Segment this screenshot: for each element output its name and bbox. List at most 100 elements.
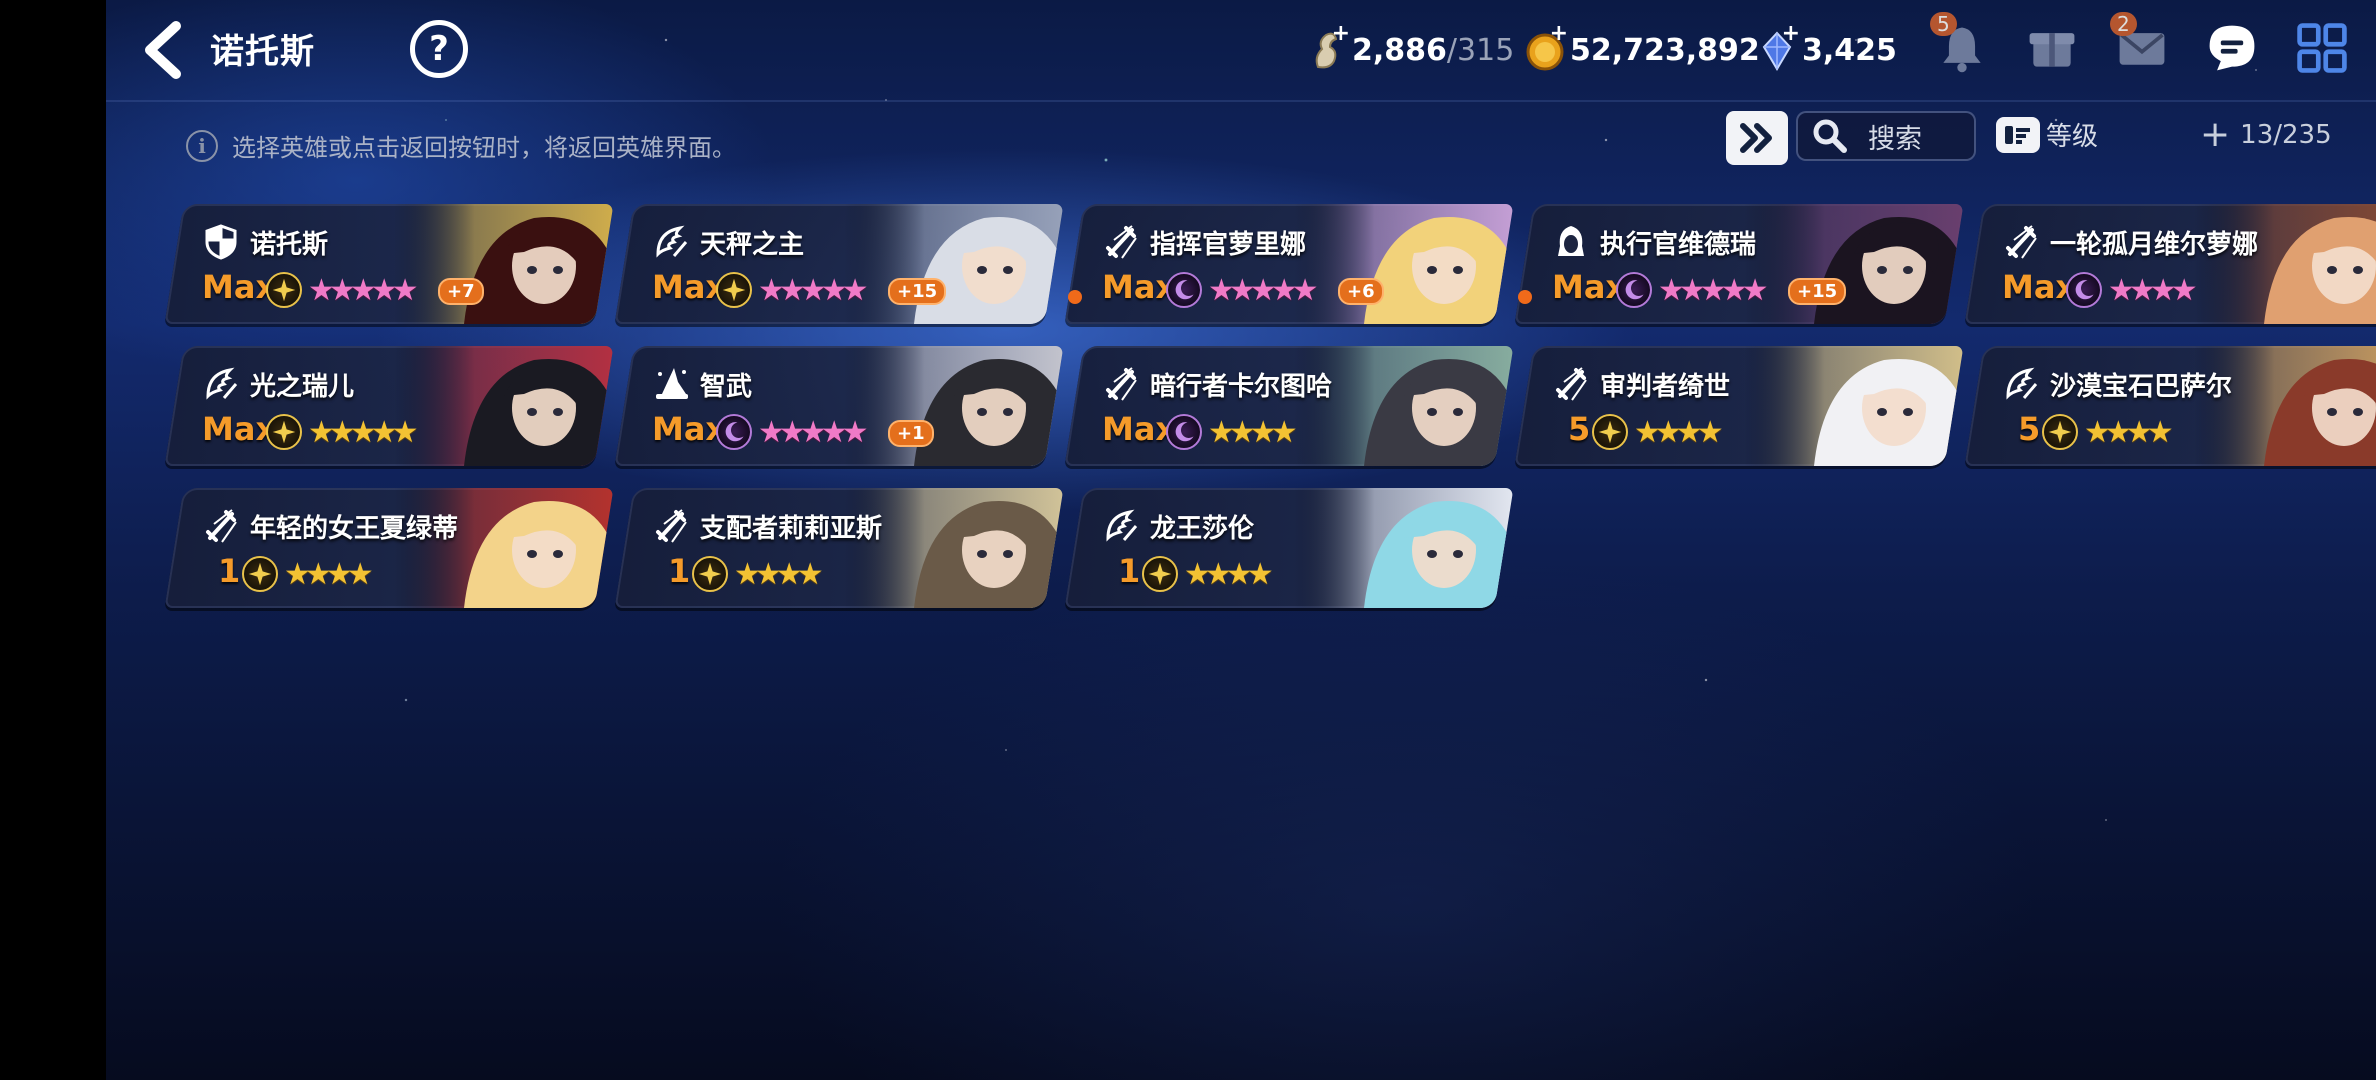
- hero-card-content: 执行官维德瑞 Max ★ ★ ★ ★ ★ +15: [1524, 204, 1964, 324]
- star-icon: ★: [2125, 414, 2147, 450]
- hero-card[interactable]: 诺托斯 Max ★ ★ ★ ★ ★ +7: [164, 204, 614, 324]
- star-icon: ★: [758, 272, 779, 308]
- star-icon: ★: [284, 556, 305, 592]
- hero-level: Max: [202, 268, 277, 306]
- hero-card[interactable]: 指挥官萝里娜 Max ★ ★ ★ ★ ★ +6: [1064, 204, 1514, 324]
- hero-level: Max: [1102, 410, 1177, 448]
- star-icon: ★: [775, 556, 797, 592]
- awaken-plus-badge: +1: [888, 420, 934, 447]
- crystal-gem-icon: +: [1758, 21, 1800, 73]
- mail-badge: 2: [2110, 12, 2137, 36]
- hood-icon: [1552, 222, 1590, 260]
- info-icon: i: [186, 129, 218, 162]
- hero-card-content: 指挥官萝里娜 Max ★ ★ ★ ★ ★ +6: [1074, 204, 1514, 324]
- hero-star-rating: ★ ★ ★ ★: [734, 556, 1054, 592]
- hero-card[interactable]: 光之瑞儿 Max ★ ★ ★ ★ ★: [164, 346, 614, 466]
- search-label: 搜索: [1868, 123, 1922, 155]
- star-icon: ★: [1720, 272, 1742, 308]
- hero-name: 暗行者卡尔图哈: [1150, 372, 1333, 402]
- sword-icon: [1102, 364, 1140, 402]
- chat-bubble-icon: [2209, 25, 2255, 71]
- wing-icon: [1102, 506, 1140, 544]
- sort-icon: [1996, 116, 2040, 153]
- star-icon: ★: [308, 414, 329, 450]
- star-icon: ★: [820, 272, 842, 308]
- star-icon: ★: [349, 414, 371, 450]
- light-element-icon: [2042, 414, 2078, 450]
- hero-card[interactable]: 暗行者卡尔图哈 Max ★ ★ ★ ★: [1064, 346, 1514, 466]
- plus-icon: +: [2200, 114, 2231, 155]
- search-button[interactable]: 搜索: [1796, 111, 1976, 161]
- hero-count[interactable]: + 13/235: [2200, 114, 2332, 155]
- hero-level: Max: [652, 268, 727, 306]
- star-icon: ★: [1246, 556, 1268, 592]
- star-icon: ★: [799, 272, 821, 308]
- star-icon: ★: [328, 414, 350, 450]
- notice-text: 选择英雄或点击返回按钮时，将返回英雄界面。: [232, 134, 736, 162]
- star-icon: ★: [796, 556, 818, 592]
- gem-resource[interactable]: + 3,425: [1758, 21, 1897, 76]
- hero-count-value: 13/235: [2240, 120, 2332, 150]
- dark-element-icon: [1166, 414, 1202, 450]
- left-black-margin: [0, 0, 106, 1080]
- stamina-value: 2,886: [1352, 32, 1447, 68]
- awaken-plus-badge: +7: [438, 278, 484, 305]
- star-icon: ★: [1270, 272, 1292, 308]
- hero-name: 智武: [700, 372, 753, 402]
- top-bar: 诺托斯 ? + 2,886 /315 + 52,723,892 + 3,425 …: [106, 0, 2376, 102]
- hero-card[interactable]: 审判者绮世 5 ★ ★ ★ ★: [1514, 346, 1964, 466]
- help-button[interactable]: ?: [410, 20, 468, 78]
- star-icon: ★: [2146, 414, 2168, 450]
- wing-icon: [652, 222, 690, 260]
- hero-level: Max: [1552, 268, 1627, 306]
- star-icon: ★: [1228, 414, 1250, 450]
- sort-by-level-button[interactable]: 等级: [1996, 116, 2098, 153]
- hero-card-content: 龙王莎伦 1 ★ ★ ★ ★: [1074, 488, 1514, 608]
- hero-name: 光之瑞儿: [250, 372, 355, 402]
- sword-icon: [202, 506, 240, 544]
- hero-card[interactable]: 沙漠宝石巴萨尔 5 ★ ★ ★ ★: [1964, 346, 2376, 466]
- hero-name: 审判者绮世: [1600, 372, 1731, 402]
- main-menu-button[interactable]: [2292, 18, 2352, 78]
- hero-card[interactable]: 智武 Max ★ ★ ★ ★ ★ +1: [614, 346, 1064, 466]
- shield-icon: [202, 222, 240, 260]
- wing-icon: [202, 364, 240, 402]
- auto-skip-button[interactable]: [1726, 111, 1788, 165]
- star-icon: ★: [1696, 414, 1718, 450]
- hero-card[interactable]: 执行官维德瑞 Max ★ ★ ★ ★ ★ +15: [1514, 204, 1964, 324]
- star-icon: ★: [734, 556, 755, 592]
- hero-star-rating: ★ ★ ★ ★: [1184, 556, 1504, 592]
- light-element-icon: [1592, 414, 1628, 450]
- notice-bar: i 选择英雄或点击返回按钮时，将返回英雄界面。: [186, 128, 736, 163]
- hero-card[interactable]: 支配者莉莉亚斯 1 ★ ★ ★ ★: [614, 488, 1064, 608]
- hero-card[interactable]: 一轮孤月维尔萝娜 Max ★ ★ ★ ★: [1964, 204, 2376, 324]
- dark-element-icon: [716, 414, 752, 450]
- back-button[interactable]: [136, 20, 188, 80]
- hero-card[interactable]: 龙王莎伦 1 ★ ★ ★ ★: [1064, 488, 1514, 608]
- hero-name: 执行官维德瑞: [1600, 230, 1757, 260]
- star-icon: ★: [778, 414, 800, 450]
- event-box-button[interactable]: [2022, 18, 2082, 78]
- star-icon: ★: [754, 556, 776, 592]
- hero-card[interactable]: 天秤之主 Max ★ ★ ★ ★ ★ +15: [614, 204, 1064, 324]
- gold-resource[interactable]: + 52,723,892: [1526, 21, 1760, 76]
- star-icon: ★: [820, 414, 842, 450]
- stamina-resource[interactable]: + 2,886 /315: [1308, 21, 1514, 76]
- star-icon: ★: [325, 556, 347, 592]
- star-icon: ★: [1675, 414, 1697, 450]
- star-icon: ★: [1658, 272, 1679, 308]
- hero-name: 支配者莉莉亚斯: [700, 514, 883, 544]
- hero-name: 诺托斯: [250, 230, 329, 260]
- mail-button[interactable]: 2: [2110, 12, 2172, 78]
- chat-button[interactable]: [2202, 18, 2262, 78]
- hero-card[interactable]: 年轻的女王夏绿蒂 1 ★ ★ ★ ★: [164, 488, 614, 608]
- awaken-plus-badge: +6: [1338, 278, 1384, 305]
- gold-value: 52,723,892: [1570, 32, 1760, 68]
- notification-button[interactable]: 5: [1930, 12, 1992, 78]
- hero-card-content: 诺托斯 Max ★ ★ ★ ★ ★ +7: [174, 204, 614, 324]
- star-icon: ★: [1678, 272, 1700, 308]
- notification-dot: [1068, 290, 1082, 304]
- hero-star-rating: ★ ★ ★ ★ ★: [308, 414, 604, 450]
- sword-icon: [1552, 364, 1590, 402]
- star-icon: ★: [1249, 414, 1271, 450]
